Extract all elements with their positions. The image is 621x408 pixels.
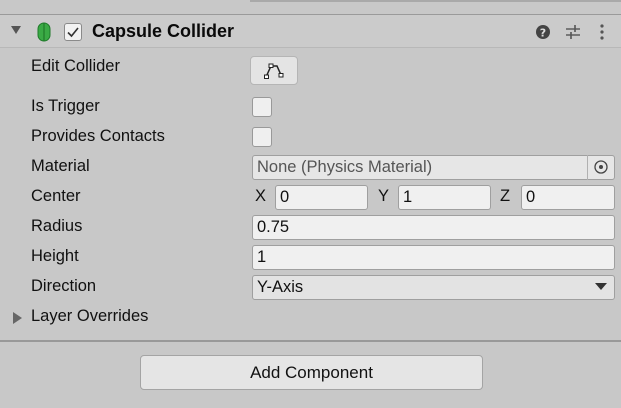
chevron-down-icon (595, 283, 607, 290)
edit-collider-label: Edit Collider (31, 57, 120, 75)
center-z-value: 0 (526, 188, 536, 206)
center-x-value: 0 (280, 188, 290, 206)
direction-value: Y-Axis (257, 278, 304, 296)
is-trigger-row: Is Trigger (0, 93, 621, 123)
edit-collider-row: Edit Collider (0, 53, 621, 83)
capsule-collider-icon (37, 22, 51, 42)
center-label: Center (31, 187, 81, 205)
object-picker-icon (594, 160, 608, 174)
height-field[interactable]: 1 (252, 245, 615, 270)
object-picker-button[interactable] (587, 155, 615, 180)
direction-dropdown[interactable]: Y-Axis (252, 275, 615, 300)
center-y-label: Y (378, 187, 390, 205)
direction-label: Direction (31, 277, 97, 295)
material-label: Material (31, 157, 90, 175)
is-trigger-label: Is Trigger (31, 97, 100, 115)
svg-text:?: ? (540, 27, 546, 40)
component-header[interactable]: Capsule Collider ? (0, 14, 621, 48)
component-title: Capsule Collider (92, 21, 235, 41)
is-trigger-checkbox[interactable] (252, 97, 272, 117)
height-value: 1 (257, 248, 267, 266)
center-y-field[interactable]: 1 (398, 185, 491, 210)
checkmark-icon (67, 27, 79, 38)
edit-collider-button[interactable] (250, 56, 298, 85)
add-component-button[interactable]: Add Component (140, 355, 483, 390)
center-z-label: Z (500, 187, 511, 205)
center-y-value: 1 (403, 188, 413, 206)
provides-contacts-label: Provides Contacts (31, 127, 165, 145)
divider (0, 340, 621, 342)
radius-value: 0.75 (257, 218, 290, 236)
provides-contacts-row: Provides Contacts (0, 123, 621, 153)
help-icon[interactable]: ? (533, 22, 553, 42)
center-x-field[interactable]: 0 (275, 185, 368, 210)
menu-icon[interactable] (592, 22, 612, 42)
foldout-arrow-icon[interactable] (11, 26, 21, 34)
material-object-field[interactable]: None (Physics Material) (252, 155, 615, 180)
layer-overrides-row[interactable]: Layer Overrides (0, 303, 621, 333)
radius-label: Radius (31, 217, 83, 235)
previous-component-edge (0, 0, 621, 14)
height-label: Height (31, 247, 79, 265)
center-z-field[interactable]: 0 (521, 185, 615, 210)
preset-icon[interactable] (563, 22, 583, 42)
layer-overrides-label: Layer Overrides (31, 307, 149, 325)
foldout-collapsed-icon[interactable] (13, 312, 22, 324)
material-value: None (Physics Material) (257, 158, 433, 176)
edit-collider-icon (264, 63, 284, 79)
provides-contacts-checkbox[interactable] (252, 127, 272, 147)
radius-field[interactable]: 0.75 (252, 215, 615, 240)
component-enabled-checkbox[interactable] (64, 23, 82, 41)
center-x-label: X (255, 187, 267, 205)
